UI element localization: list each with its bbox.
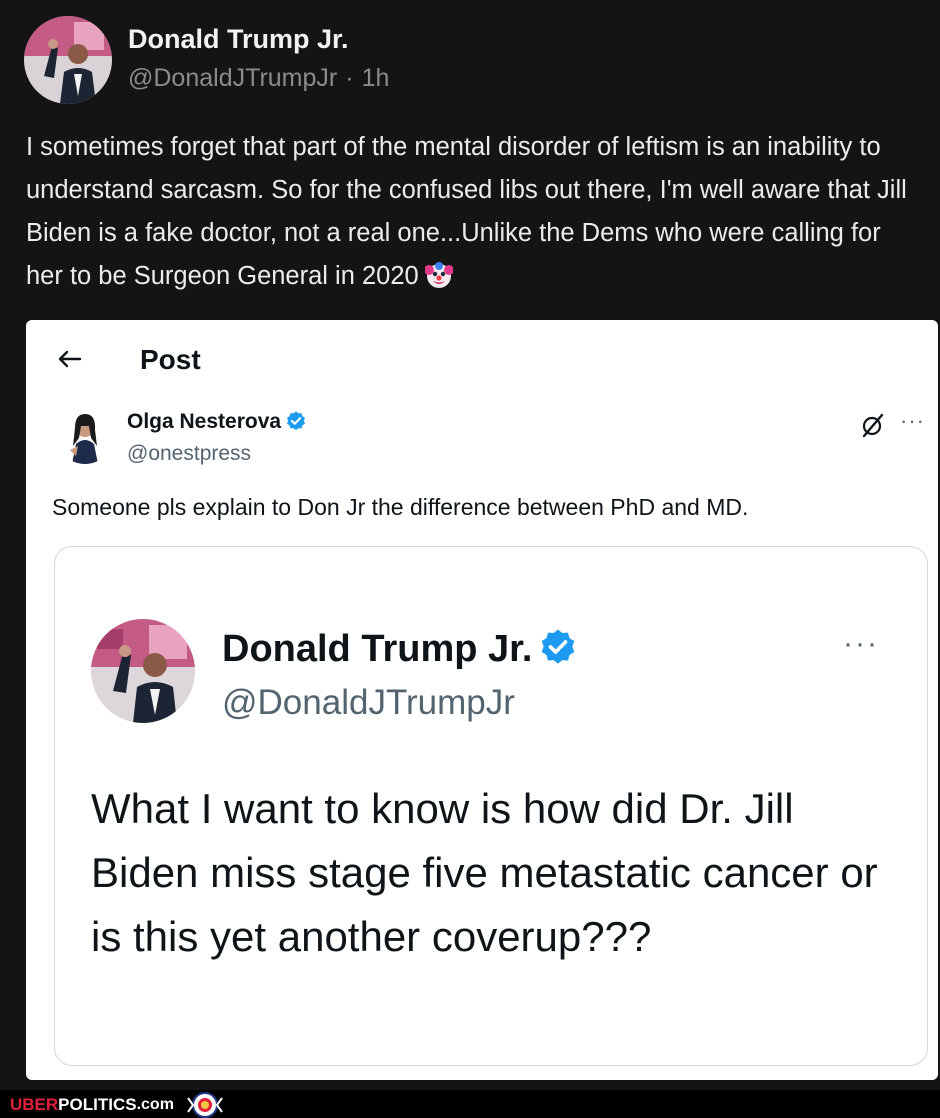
watermark: UBER POLITICS .com: [10, 1092, 228, 1118]
post-time[interactable]: 1h: [362, 64, 390, 92]
back-arrow-icon[interactable]: [56, 346, 82, 372]
watermark-part-uber: UBER: [10, 1095, 59, 1114]
post-text: I sometimes forget that part of the ment…: [26, 126, 921, 298]
olga-post-text: Someone pls explain to Don Jr the differ…: [52, 494, 749, 520]
embedded-post-screenshot: Post Olga Nesterova @onestpress ··· Some…: [26, 320, 938, 1080]
meta-separator: ·: [345, 64, 354, 92]
quoted-author-avatar[interactable]: [91, 619, 195, 723]
olga-name[interactable]: Olga Nesterova: [127, 410, 307, 434]
grok-icon[interactable]: [860, 412, 886, 438]
author-handle[interactable]: @DonaldJTrumpJr: [128, 64, 337, 92]
outer-post: Donald Trump Jr. @DonaldJTrumpJr · 1h I so…: [0, 0, 940, 1090]
author-avatar[interactable]: [24, 16, 112, 104]
olga-name-label: Olga Nesterova: [127, 410, 282, 433]
more-options-button[interactable]: ···: [900, 408, 925, 434]
lion-crest-logo: [182, 1092, 228, 1118]
verified-badge-icon: [285, 410, 307, 432]
author-name[interactable]: Donald Trump Jr.: [128, 24, 349, 55]
quoted-author-handle[interactable]: @DonaldJTrumpJr: [222, 683, 515, 723]
quoted-post-text: What I want to know is how did Dr. Jill …: [91, 785, 878, 960]
verified-badge-icon: [538, 627, 578, 667]
watermark-part-com: .com: [136, 1096, 174, 1113]
olga-handle[interactable]: @onestpress: [127, 442, 251, 466]
post-text-content: I sometimes forget that part of the ment…: [26, 133, 907, 290]
quoted-author-name-label: Donald Trump Jr.: [222, 628, 533, 670]
author-meta: @DonaldJTrumpJr · 1h: [128, 64, 397, 93]
quoted-post-card[interactable]: Donald Trump Jr. @DonaldJTrumpJr ··· Wha…: [54, 546, 928, 1066]
watermark-part-politics: POLITICS: [58, 1095, 137, 1114]
clown-face-icon: [424, 261, 453, 289]
page-title: Post: [140, 344, 201, 375]
quoted-more-options-button[interactable]: ···: [843, 627, 879, 661]
quoted-author-name[interactable]: Donald Trump Jr.: [222, 627, 578, 671]
olga-avatar[interactable]: [56, 406, 114, 464]
